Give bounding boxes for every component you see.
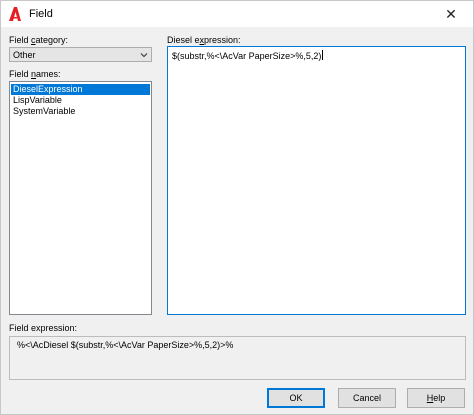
field-expression-display: %<\AcDiesel $(substr,%<\AcVar PaperSize>… [9, 336, 466, 380]
field-category-label: Field category: [9, 35, 69, 45]
cancel-button[interactable]: Cancel [338, 388, 396, 408]
field-names-label: Field names: [9, 69, 61, 79]
window-title: Field [29, 8, 53, 20]
chevron-down-icon [140, 53, 148, 58]
field-names-list[interactable]: DieselExpression LispVariable SystemVari… [9, 81, 152, 315]
field-expression-label: Field expression: [9, 323, 78, 333]
diesel-expression-text: $(substr,%<\AcVar PaperSize>%,5,2) [172, 51, 322, 61]
autocad-logo-icon [9, 7, 21, 21]
field-expression-text: %<\AcDiesel $(substr,%<\AcVar PaperSize>… [17, 340, 234, 350]
list-item-diesel-expression[interactable]: DieselExpression [11, 84, 150, 95]
field-dialog: Field ✕ Field category: Other Field name… [0, 0, 474, 415]
ok-button[interactable]: OK [267, 388, 325, 408]
text-caret [322, 50, 324, 60]
diesel-expression-input[interactable]: $(substr,%<\AcVar PaperSize>%,5,2) [167, 46, 466, 315]
close-icon: ✕ [445, 6, 457, 22]
close-button[interactable]: ✕ [437, 4, 465, 24]
help-button[interactable]: Help [407, 388, 465, 408]
diesel-expression-label: Diesel expression: [167, 35, 241, 45]
title-bar: Field ✕ [1, 1, 473, 27]
field-category-value: Other [13, 50, 36, 60]
list-item-system-variable[interactable]: SystemVariable [11, 106, 150, 117]
field-category-dropdown[interactable]: Other [9, 47, 152, 62]
list-item-lisp-variable[interactable]: LispVariable [11, 95, 150, 106]
